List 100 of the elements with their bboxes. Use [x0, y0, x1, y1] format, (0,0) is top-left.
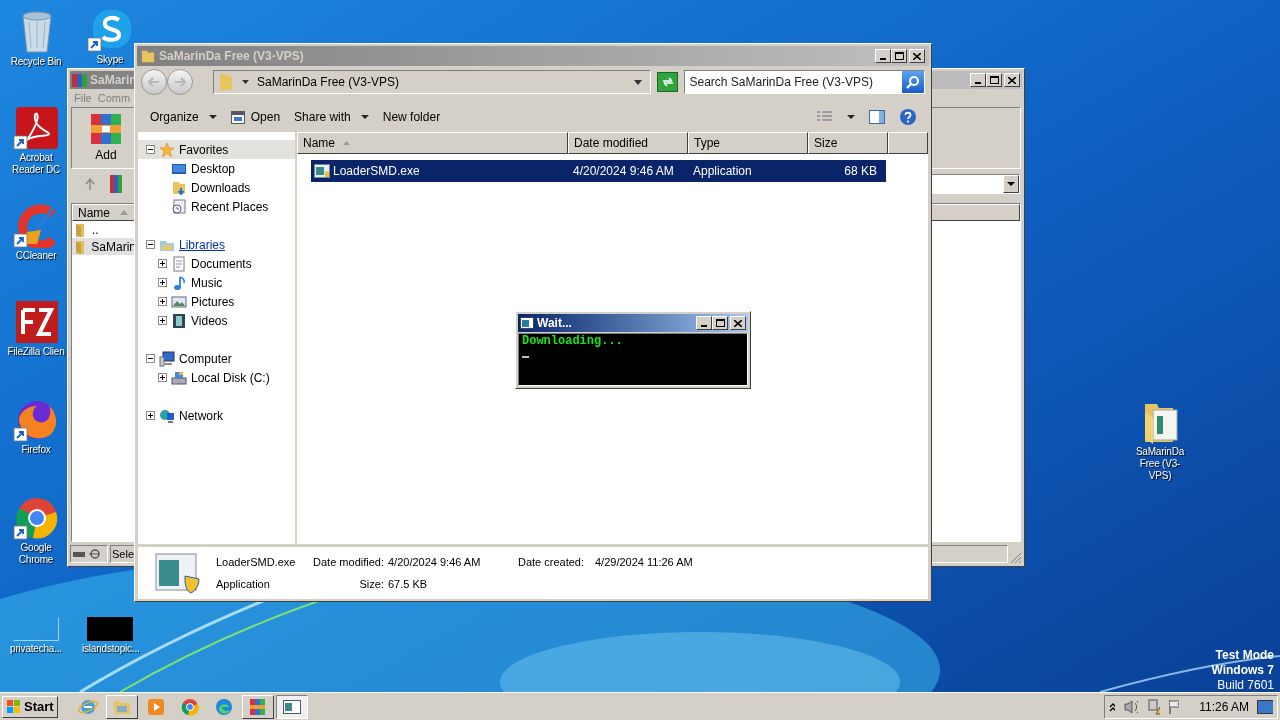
maximize-button[interactable] [986, 73, 1002, 87]
icon-label[interactable]: Google Chrome [8, 542, 64, 566]
expand-icon[interactable] [158, 316, 167, 325]
document-app-icon[interactable] [13, 104, 59, 150]
size-cell-text: 68 KB [843, 163, 877, 180]
taskbar-button[interactable] [275, 694, 308, 719]
search-field[interactable]: Search SaMarinDa Free (V3-VPS) [684, 70, 925, 94]
archive-row[interactable]: SaMarin [72, 238, 136, 255]
minimize-button[interactable] [696, 316, 712, 330]
archive-books-icon [110, 175, 122, 193]
tree-item[interactable]: Videos [138, 311, 295, 330]
tree-item[interactable]: Recent Places [138, 197, 295, 216]
icon-label[interactable]: Acrobat Reader DC [8, 152, 64, 176]
sort-arrow-icon [120, 210, 128, 215]
forward-arrow-icon [174, 77, 186, 87]
refresh-button[interactable] [656, 72, 679, 92]
column-header[interactable]: Type [688, 132, 808, 154]
toolbar-button[interactable]: Share with [287, 105, 376, 129]
icon-label[interactable]: CCleaner [15, 250, 57, 262]
folder-icon [218, 73, 234, 91]
help-button[interactable] [899, 106, 917, 128]
field-label: Date created: [518, 555, 586, 570]
tree-item[interactable]: Computer [138, 349, 295, 368]
cleaner-icon[interactable] [13, 202, 59, 248]
browser-icon [213, 696, 234, 717]
star-icon [159, 141, 175, 158]
column-header[interactable]: Size [808, 132, 888, 154]
archive-books-icon [247, 696, 268, 717]
search-icon [906, 75, 920, 89]
collapse-icon[interactable] [146, 240, 155, 249]
collapse-icon[interactable] [146, 354, 155, 363]
toolbar-button[interactable]: Open [223, 105, 288, 129]
dropdown-button[interactable] [1003, 175, 1019, 193]
expand-icon[interactable] [158, 373, 167, 382]
blank-thumbnail-icon[interactable] [13, 617, 59, 641]
watermark-text: Windows 7 [1211, 663, 1274, 678]
close-button[interactable] [909, 49, 925, 63]
column-header[interactable]: Name [78, 203, 110, 222]
show-desktop-icon[interactable] [1257, 698, 1273, 715]
maximize-button[interactable] [891, 49, 907, 63]
console-app-icon [520, 317, 534, 329]
icon-label[interactable]: SaMarinDa Free (V3-VPS) [1132, 446, 1188, 482]
console-line: Downloading... [522, 334, 624, 349]
file-name: LoaderSMD.exe [216, 555, 297, 570]
hard-drive-icon [171, 369, 187, 386]
search-button[interactable] [902, 71, 924, 93]
tree-item[interactable]: Libraries [138, 235, 295, 254]
caret-icon [360, 115, 369, 119]
tree-item[interactable]: Local Disk (C:) [138, 368, 295, 387]
archive-books-icon [89, 112, 123, 146]
column-header[interactable]: Date modified [568, 132, 688, 154]
field-value: 4/29/2024 11:26 AM [594, 555, 693, 570]
close-button[interactable] [730, 316, 746, 330]
watermark-text: Test Mode [1215, 648, 1274, 663]
archive-row[interactable]: .. [72, 221, 136, 238]
toolbar-button[interactable]: Organize [143, 105, 224, 129]
tree-item[interactable]: Favorites [138, 140, 295, 159]
tree-item[interactable]: Documents [138, 254, 295, 273]
sort-arrow-icon [343, 141, 350, 145]
tree-item[interactable]: Desktop [138, 159, 295, 178]
expand-icon[interactable] [158, 259, 167, 268]
column-header[interactable] [888, 132, 928, 154]
music-note-icon [171, 274, 187, 291]
icon-label[interactable]: FileZilla Clien [7, 346, 65, 358]
window-title: Wait... [537, 315, 572, 332]
column-header[interactable]: Name [297, 132, 568, 154]
clock[interactable]: 11:26 AM [1199, 697, 1250, 716]
recent-places-icon [171, 198, 187, 215]
tree-item[interactable]: Music [138, 273, 295, 292]
tree-item[interactable]: Network [138, 406, 295, 425]
tree-item[interactable]: Pictures [138, 292, 295, 311]
icon-label[interactable]: Firefox [21, 444, 51, 456]
watermark-text: Build 7601 [1217, 678, 1274, 693]
expand-icon[interactable] [158, 278, 167, 287]
minimize-button[interactable] [970, 73, 986, 87]
tree-item[interactable]: Downloads [138, 178, 295, 197]
collapse-icon[interactable] [146, 145, 155, 154]
icon-label[interactable]: Skype [96, 54, 124, 66]
caret-icon [208, 115, 217, 119]
toolbar-button[interactable]: New folder [375, 105, 448, 129]
dropdown-icon [1007, 182, 1015, 186]
flag-icon[interactable] [1168, 698, 1180, 715]
dark-thumbnail-icon[interactable] [87, 617, 133, 641]
resize-grip-icon[interactable] [1010, 552, 1022, 564]
icon-label[interactable]: Recycle Bin [10, 56, 62, 68]
maximize-button[interactable] [712, 316, 728, 330]
landscape-picture-icon [171, 293, 187, 310]
minimize-button[interactable] [875, 49, 891, 63]
start-button[interactable]: Start [2, 695, 58, 718]
help-icon [899, 108, 917, 126]
show-hidden-icons-icon[interactable] [1109, 701, 1116, 712]
transfer-app-icon[interactable] [13, 298, 59, 344]
expand-icon[interactable] [146, 411, 155, 420]
network-warning-icon[interactable] [1145, 698, 1161, 715]
add-button[interactable]: Add [86, 112, 126, 164]
file-row[interactable]: LoaderSMD.exe 4/20/2024 9:46 AM Application 68 KB [311, 160, 886, 182]
address-bar[interactable]: SaMarinDa Free (V3-VPS) [213, 70, 651, 94]
close-button[interactable] [1004, 73, 1020, 87]
speaker-icon[interactable] [1123, 698, 1138, 715]
expand-icon[interactable] [158, 297, 167, 306]
